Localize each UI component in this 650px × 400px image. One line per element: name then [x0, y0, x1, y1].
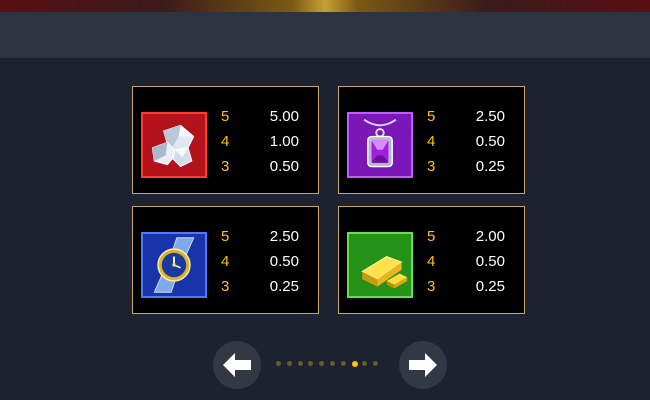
pay-row: 4 0.50 [427, 132, 517, 152]
arrow-left-icon [223, 353, 251, 377]
symbol-count: 4 [221, 133, 230, 150]
payout-value: 0.25 [475, 158, 505, 175]
prev-page-button[interactable] [213, 341, 261, 389]
payout-value: 1.00 [269, 133, 299, 150]
payout-value: 2.50 [269, 228, 299, 245]
paytable-card-watch: 5 2.50 4 0.50 3 0.25 [132, 206, 319, 314]
symbol-count: 3 [427, 278, 436, 295]
pay-row: 3 0.25 [427, 157, 517, 177]
symbol-count: 3 [427, 158, 436, 175]
page-dot[interactable] [330, 361, 335, 366]
pay-row: 4 0.50 [221, 252, 311, 272]
symbol-count: 3 [221, 158, 230, 175]
pay-row: 5 2.50 [221, 227, 311, 247]
pay-row: 5 5.00 [221, 107, 311, 127]
payout-value: 5.00 [269, 108, 299, 125]
paytable-card-amethyst: 5 2.50 4 0.50 3 0.25 [338, 86, 525, 194]
payout-value: 0.50 [475, 253, 505, 270]
header-decoration [0, 0, 650, 12]
pay-row: 4 1.00 [221, 132, 311, 152]
arrow-right-icon [409, 353, 437, 377]
page-dot-active[interactable] [351, 360, 358, 367]
page-dot[interactable] [276, 361, 281, 366]
page-dot[interactable] [297, 361, 303, 366]
payout-value: 2.00 [475, 228, 505, 245]
payout-value: 0.50 [269, 253, 299, 270]
pay-row: 5 2.00 [427, 227, 517, 247]
page-dot[interactable] [340, 361, 346, 366]
pay-row: 4 0.50 [427, 252, 517, 272]
header-bar [0, 12, 650, 58]
symbol-count: 3 [221, 278, 230, 295]
page-dot[interactable] [362, 361, 368, 366]
symbol-count: 5 [221, 228, 230, 245]
symbol-count: 4 [427, 133, 436, 150]
gold-bars-icon [347, 232, 413, 298]
pay-row: 3 0.25 [427, 277, 517, 297]
payout-value: 2.50 [475, 108, 505, 125]
symbol-count: 5 [427, 108, 436, 125]
symbol-count: 4 [221, 253, 230, 270]
symbol-count: 4 [427, 253, 436, 270]
payout-value: 0.25 [475, 278, 505, 295]
symbol-count: 5 [221, 108, 230, 125]
symbol-count: 5 [427, 228, 436, 245]
payout-value: 0.50 [269, 158, 299, 175]
payout-value: 0.50 [475, 133, 505, 150]
payout-value: 0.25 [269, 278, 299, 295]
page-dot[interactable] [373, 361, 379, 366]
paytable-page [0, 58, 650, 400]
gold-watch-icon [141, 232, 207, 298]
pay-row: 3 0.25 [221, 277, 311, 297]
paytable-card-gold-bars: 5 2.00 4 0.50 3 0.25 [338, 206, 525, 314]
diamond-icon [141, 112, 207, 178]
pay-row: 3 0.50 [221, 157, 311, 177]
next-page-button[interactable] [399, 341, 447, 389]
page-indicator [276, 360, 386, 367]
page-dot[interactable] [308, 361, 314, 366]
page-dot[interactable] [286, 361, 292, 366]
amethyst-pendant-icon [347, 112, 413, 178]
pay-row: 5 2.50 [427, 107, 517, 127]
page-dot[interactable] [319, 361, 325, 366]
paytable-card-diamond: 5 5.00 4 1.00 3 0.50 [132, 86, 319, 194]
